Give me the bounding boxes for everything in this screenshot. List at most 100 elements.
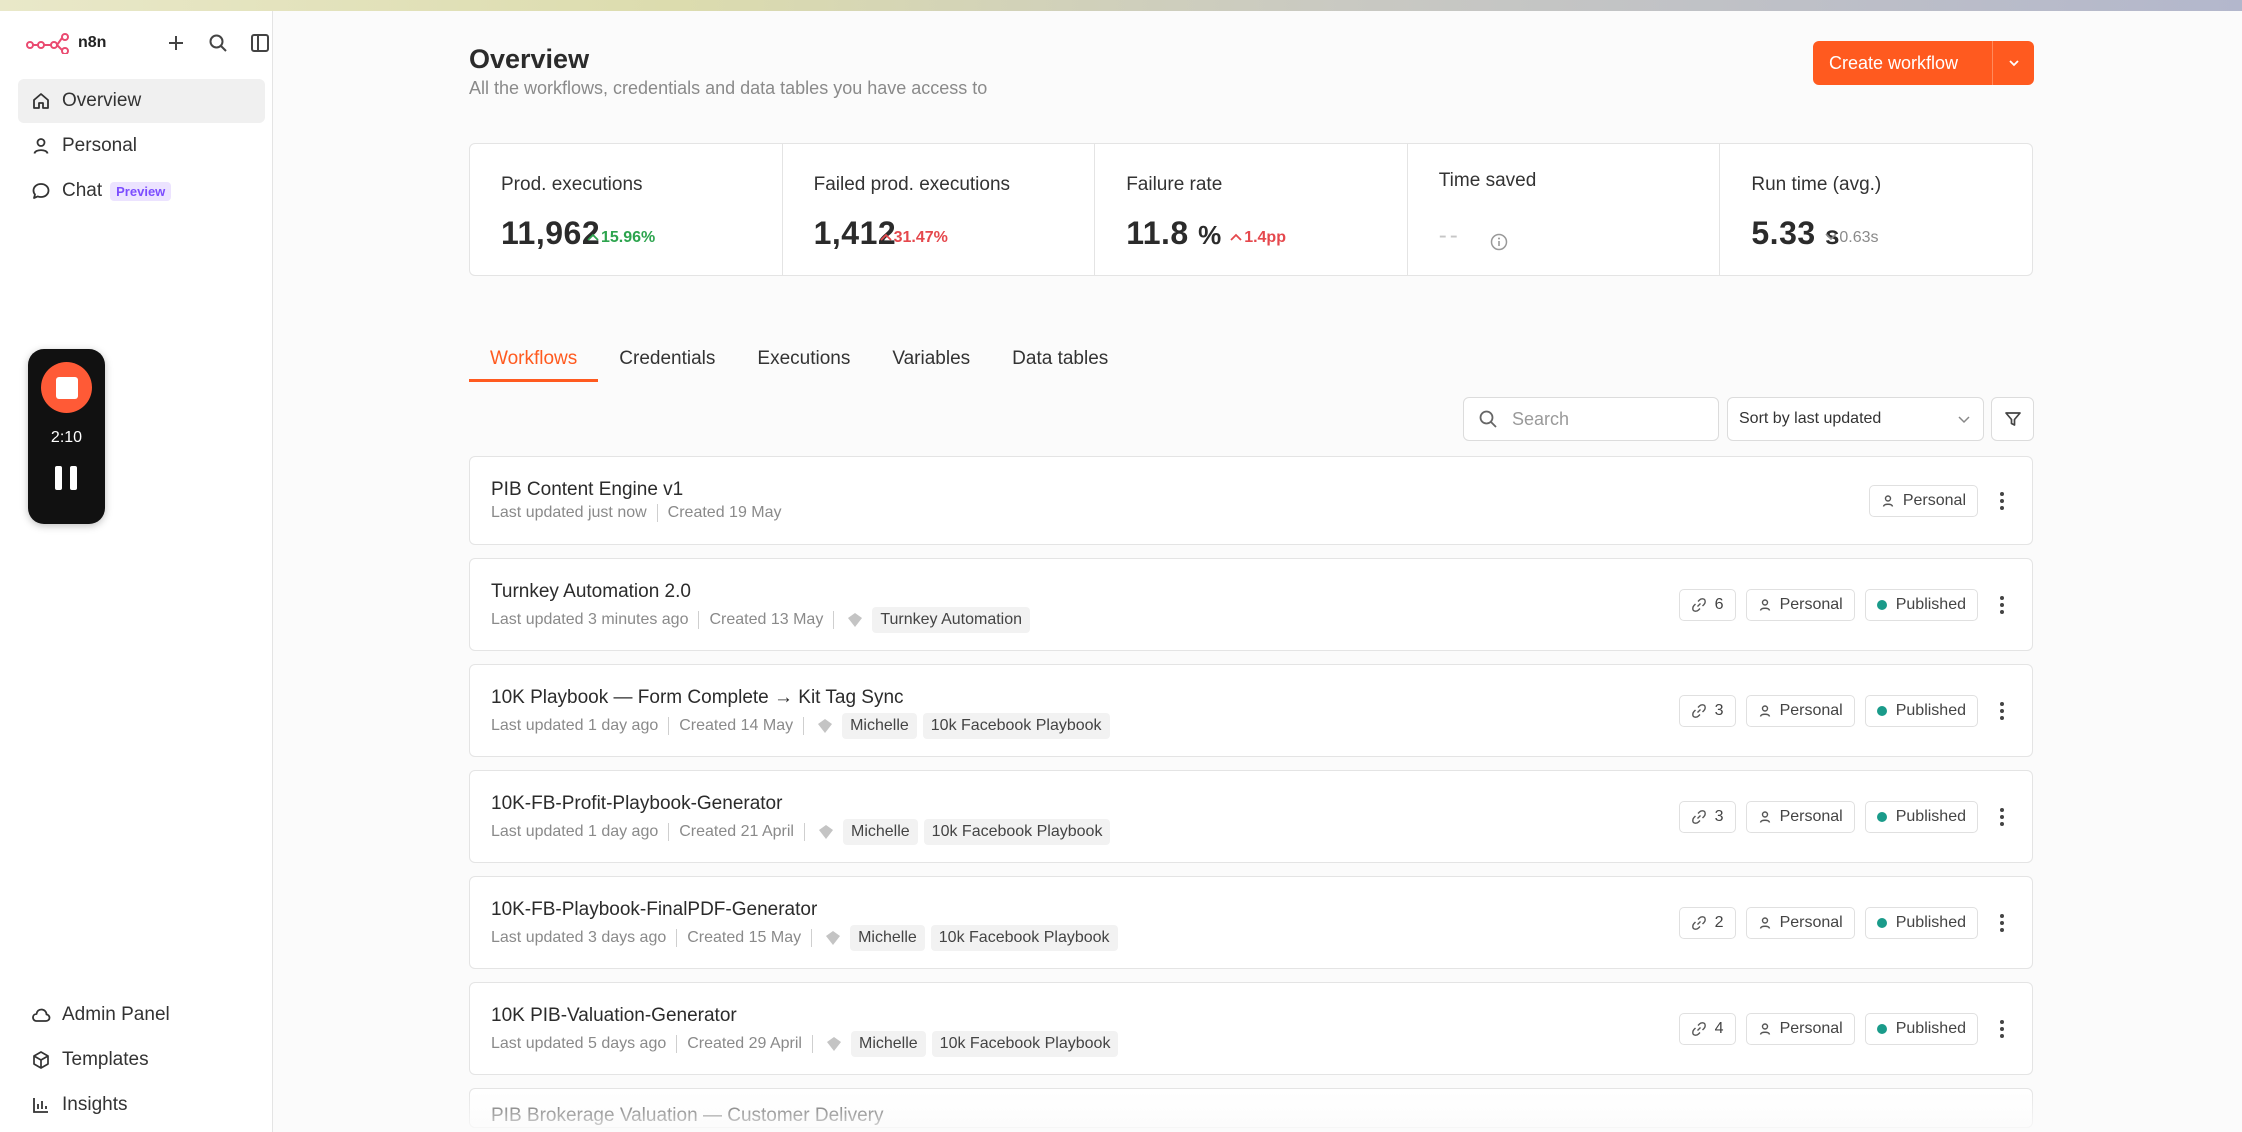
tag[interactable]: 10k Facebook Playbook [930,925,1118,951]
tag[interactable]: 10k Facebook Playbook [923,819,1111,845]
chevron-down-icon [1958,416,1970,424]
tag[interactable]: Turnkey Automation [872,607,1031,633]
filter-button[interactable] [1991,397,2034,441]
more-options-icon[interactable] [1992,802,2012,832]
tab-executions[interactable]: Executions [736,340,871,382]
workflow-title[interactable]: PIB Content Engine v1 [491,479,683,501]
sidebar-item-personal[interactable]: Personal [18,124,265,168]
tag[interactable]: Michelle [850,925,925,951]
workflow-row[interactable]: Turnkey Automation 2.0 Last updated 3 mi… [469,558,2033,651]
status-dot [1876,1023,1887,1034]
stat-failure-rate[interactable]: 11.8 % Failure rate 1.4pp [1095,144,1408,275]
stop-recording-button[interactable] [41,362,92,413]
tab-workflows[interactable]: Workflows [469,340,599,382]
tab-variables[interactable]: Variables [871,340,991,382]
tag[interactable]: 10k Facebook Playbook [931,1031,1119,1057]
create-options-dropdown[interactable] [1992,41,2034,85]
owner-chip[interactable]: Personal [1745,1012,1855,1045]
workflow-list: PIB Content Engine v1 Last updated just … [469,456,2033,1132]
workflow-title[interactable]: Turnkey Automation 2.0 [491,581,691,603]
sort-select[interactable]: Sort by last updated [1727,397,1984,441]
filter-icon [2004,412,2021,426]
user-icon [1758,810,1772,824]
user-icon [1758,1022,1772,1036]
status-dot [1876,705,1887,716]
workflow-row[interactable]: 10K Playbook — Form Complete → Kit Tag S… [469,664,2033,757]
more-options-icon[interactable] [1992,908,2012,938]
workflow-title[interactable]: 10K-FB-Playbook-FinalPDF-Generator [491,899,817,921]
window-edge [0,11,10,1132]
workflow-row[interactable]: 10K PIB-Valuation-Generator Last updated… [469,982,2033,1075]
workflow-row[interactable]: PIB Content Engine v1 Last updated just … [469,456,2033,545]
sidebar-item-templates[interactable]: Templates [18,1038,265,1082]
stat-failed-prod-executions[interactable]: Failed prod. executions 1,412 31.47% [783,144,1096,275]
search-icon[interactable] [202,27,234,59]
tag[interactable]: Michelle [850,1031,926,1057]
owner-chip[interactable]: Personal [1745,906,1855,939]
app-name: n8n [78,34,107,51]
workflow-title[interactable]: 10K PIB-Valuation-Generator [491,1005,737,1027]
workflow-row[interactable]: 10K-FB-Profit-Playbook-Generator Last up… [469,770,2033,863]
tab-data-tables[interactable]: Data tables [991,340,1129,382]
workflow-row[interactable]: 10K-FB-Playbook-FinalPDF-Generator Last … [469,876,2033,969]
sidebar-item-insights[interactable]: Insights [18,1083,265,1127]
more-options-icon[interactable] [1992,696,2012,726]
owner-chip[interactable]: Personal [1868,484,1978,517]
home-icon [30,90,52,112]
links-chip[interactable]: 6 [1678,588,1736,621]
stat-label: Failed prod. executions [813,174,1011,195]
workflow-meta: Last updated 5 days ago Created 29 April … [491,1031,1124,1057]
tab-credentials[interactable]: Credentials [598,340,736,382]
stat-run-time[interactable]: Run time (avg.) 5.33 s 0.63s [1720,144,2032,275]
stat-label: Failure rate [1126,174,1223,195]
tag[interactable]: Michelle [842,819,918,845]
workflow-row[interactable]: PIB Brokerage Valuation — Customer Deliv… [469,1088,2033,1128]
sidebar-toggle-icon[interactable] [244,27,276,59]
add-icon[interactable] [160,27,192,59]
workflow-meta: Last updated 3 minutes ago Created 13 May… [491,607,1036,633]
info-icon[interactable] [1489,232,1509,252]
stat-value: 11,962 [501,215,601,251]
pause-icon[interactable] [55,466,77,492]
more-options-icon[interactable] [1992,590,2012,620]
stat-prod-executions[interactable]: Prod. executions 11,962 15.96% [470,144,783,275]
stats-panel: Prod. executions 11,962 15.96% Failed pr… [469,143,2033,276]
workflow-title[interactable]: PIB Brokerage Valuation — Customer Deliv… [491,1105,883,1127]
workflow-meta: Last updated just now Created 19 May [491,504,782,522]
links-chip[interactable]: 3 [1678,800,1736,833]
stat-value: -- [1438,222,1461,249]
user-icon [1758,916,1772,930]
stat-delta: 15.96% [587,229,655,247]
workflow-title[interactable]: 10K Playbook — Form Complete → Kit Tag S… [491,687,904,709]
owner-chip[interactable]: Personal [1745,694,1855,727]
tag[interactable]: Michelle [842,713,917,739]
workflow-title[interactable]: 10K-FB-Profit-Playbook-Generator [491,793,782,815]
workflow-meta: Last updated 3 days ago Created 15 May Mi… [491,925,1124,951]
status-dot [1876,917,1887,928]
more-options-icon[interactable] [1992,486,2012,516]
stat-value: 11.8 % [1126,215,1222,251]
stat-label: Run time (avg.) [1751,174,1882,195]
tag[interactable]: 10k Facebook Playbook [922,713,1110,739]
sort-label: Sort by last updated [1739,410,1882,427]
more-options-icon[interactable] [1992,1014,2012,1044]
owner-chip[interactable]: Personal [1745,588,1855,621]
workflow-meta: Last updated 1 day ago Created 21 April M… [491,819,1116,845]
search-box[interactable] [1463,397,1719,441]
sidebar-item-admin-panel[interactable]: Admin Panel [18,993,265,1037]
sidebar-item-label: Chat [62,180,103,201]
links-chip[interactable]: 3 [1678,694,1736,727]
sidebar-item-label: Templates [62,1049,149,1070]
sidebar-item-overview[interactable]: Overview [18,79,265,123]
create-workflow-label: Create workflow [1829,52,1959,73]
search-input[interactable] [1512,408,1702,430]
stat-time-saved[interactable]: Time saved -- [1408,144,1721,275]
cloud-icon [30,1004,52,1026]
links-chip[interactable]: 2 [1678,906,1736,939]
workflow-meta: Last updated 1 day ago Created 14 May Mic… [491,713,1116,739]
brand[interactable]: n8n [26,28,106,58]
links-chip[interactable]: 4 [1678,1012,1736,1045]
owner-chip[interactable]: Personal [1745,800,1855,833]
sidebar-item-chat[interactable]: Chat Preview [18,169,265,213]
create-workflow-button[interactable]: Create workflow [1813,41,2034,85]
